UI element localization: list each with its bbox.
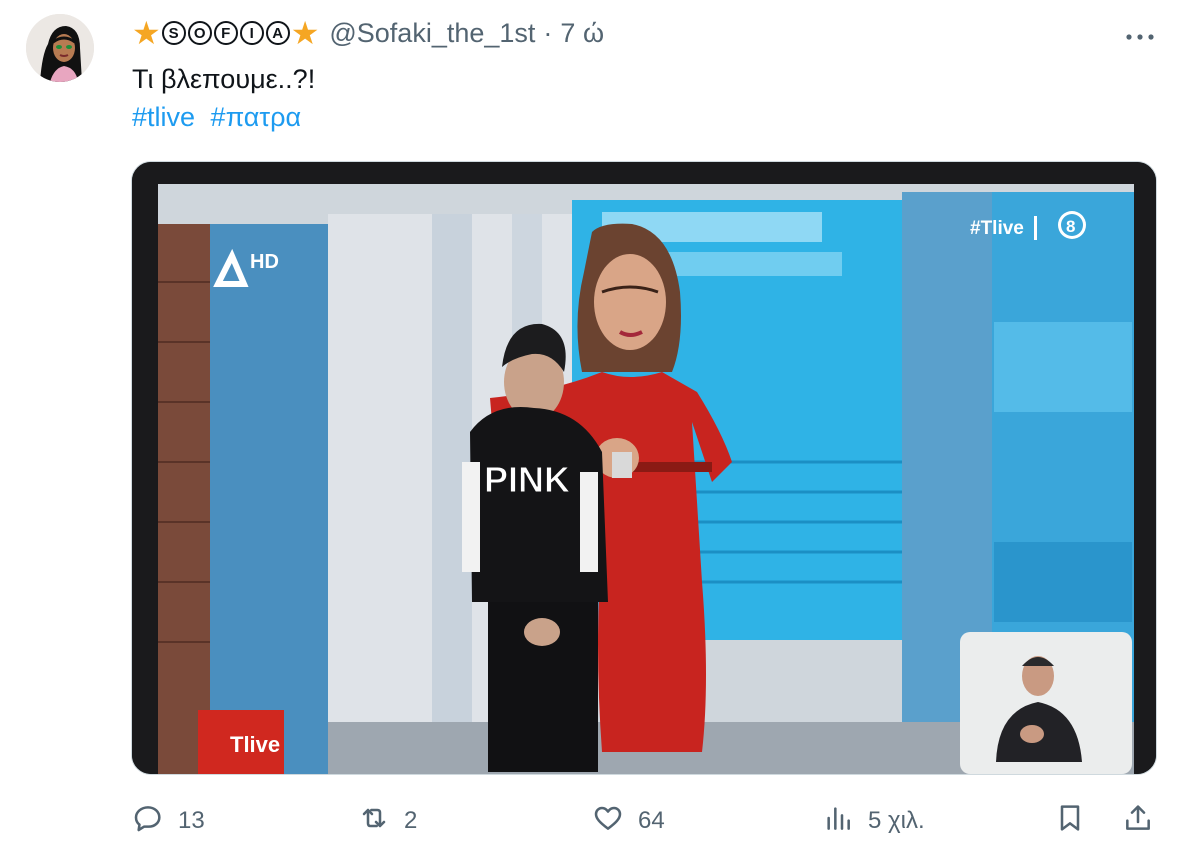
tweet-hashtags: #tlive #πατρα — [132, 100, 309, 134]
display-name[interactable]: ★ S O F I A ★ — [132, 17, 319, 49]
bookmark-icon — [1054, 802, 1086, 841]
views-button[interactable]: 5 χιλ. — [822, 800, 925, 842]
hashtag-link[interactable]: #tlive — [132, 102, 195, 132]
views-count: 5 χιλ. — [868, 807, 925, 834]
hoodie-text: PINK — [484, 459, 570, 500]
tweet-time[interactable]: 7 ώ — [560, 18, 604, 49]
tv-tag: #Tlive — [970, 218, 1024, 239]
like-button[interactable]: 64 — [592, 800, 665, 842]
bookmark-button[interactable] — [1054, 800, 1086, 842]
separator-dot: · — [543, 17, 553, 48]
share-icon — [1122, 802, 1154, 841]
views-icon — [822, 802, 854, 841]
name-letter: A — [265, 21, 290, 45]
name-letter: S — [161, 21, 186, 45]
tweet-actions: 13 2 64 5 χιλ. — [132, 800, 1162, 842]
more-horizontal-icon[interactable] — [1124, 20, 1156, 46]
tv-rating: 8 — [1066, 217, 1075, 236]
share-button[interactable] — [1122, 800, 1154, 842]
like-count: 64 — [638, 807, 665, 834]
tweet-media-photo[interactable]: Tlive HD #Tlive 8 PINK — [131, 161, 1157, 775]
hashtag-link[interactable]: #πατρα — [211, 102, 302, 132]
star-icon: ★ — [132, 15, 161, 51]
channel-logo: HD — [250, 251, 279, 273]
retweet-count: 2 — [404, 807, 418, 834]
retweet-button[interactable]: 2 — [358, 800, 417, 842]
tweet-text: Τι βλεπουμε..?! — [132, 64, 316, 94]
avatar[interactable] — [26, 14, 94, 82]
retweet-icon — [358, 802, 390, 841]
heart-icon — [592, 802, 624, 841]
user-handle[interactable]: @Sofaki_the_1st — [329, 18, 535, 49]
studio-sign: Tlive — [230, 732, 280, 757]
name-letter: O — [187, 21, 212, 45]
star-icon: ★ — [290, 15, 320, 51]
reply-button[interactable]: 13 — [132, 800, 205, 842]
reply-icon — [132, 802, 164, 841]
reply-count: 13 — [178, 807, 205, 834]
tweet-header: ★ S O F I A ★ @Sofaki_the_1st · 7 ώ — [132, 14, 604, 52]
name-letter: F — [213, 21, 238, 45]
name-letter: I — [239, 21, 264, 45]
